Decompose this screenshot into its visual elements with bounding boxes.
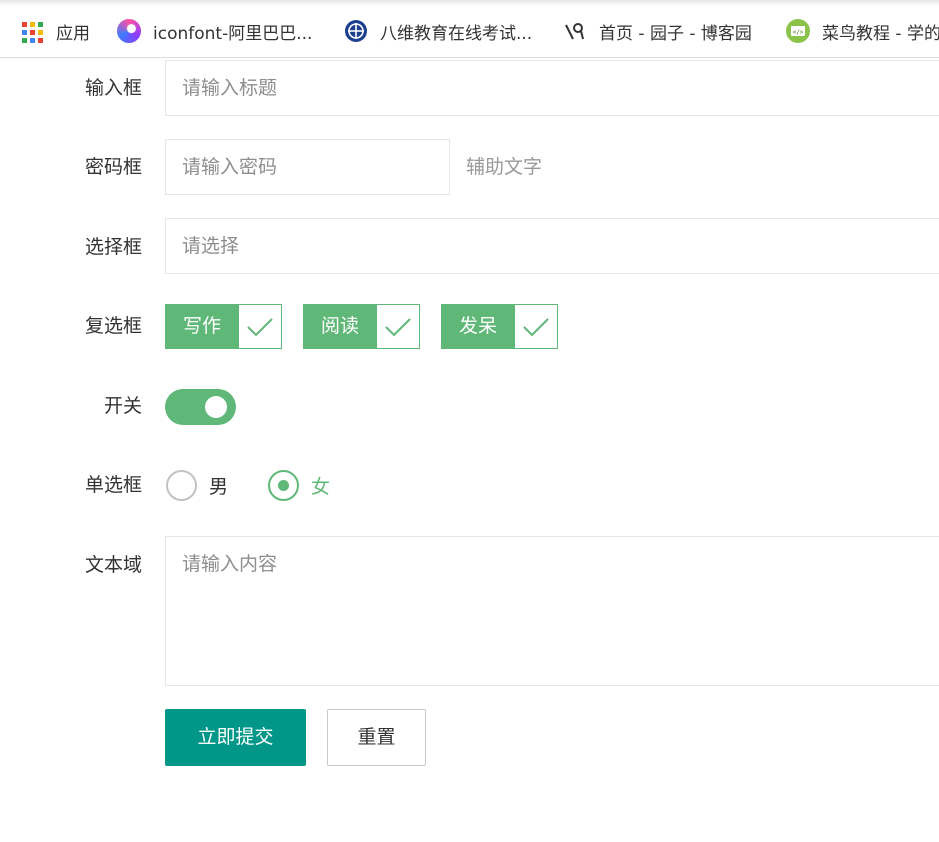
cnblogs-logo-icon xyxy=(563,19,587,43)
checkbox-text: 阅读 xyxy=(304,305,376,348)
reset-button[interactable]: 重置 xyxy=(327,709,426,766)
radio-label: 单选框 xyxy=(84,474,142,496)
checkbox-daydream[interactable]: 发呆 xyxy=(441,304,558,349)
radio-text: 男 xyxy=(209,476,229,498)
bookmark-apps[interactable]: 应用 xyxy=(20,18,90,44)
checkbox-writing[interactable]: 写作 xyxy=(165,304,282,349)
textarea-label: 文本域 xyxy=(84,554,142,576)
switch-label: 开关 xyxy=(103,395,142,417)
select-input[interactable]: 请选择 xyxy=(165,218,939,274)
checkbox-text: 发呆 xyxy=(442,305,514,348)
title-placeholder: 请输入标题 xyxy=(182,77,278,99)
bookmark-label: 首页 - 园子 - 博客园 xyxy=(599,23,752,44)
radio-male[interactable]: 男 xyxy=(166,470,228,501)
check-icon xyxy=(238,305,281,348)
check-icon xyxy=(514,305,557,348)
title-input[interactable]: 请输入标题 xyxy=(165,60,939,116)
select-label: 选择框 xyxy=(84,236,142,258)
apps-grid-icon xyxy=(20,19,44,43)
checkbox-text: 写作 xyxy=(166,305,238,348)
radio-circle-icon xyxy=(166,470,197,501)
password-label: 密码框 xyxy=(84,156,142,178)
bookmark-label: 菜鸟教程 - 学的 xyxy=(822,23,939,44)
select-placeholder: 请选择 xyxy=(182,235,240,257)
bookmark-cnblogs[interactable]: 首页 - 园子 - 博客园 xyxy=(563,18,752,44)
password-aux-text: 辅助文字 xyxy=(466,156,543,178)
checkbox-label: 复选框 xyxy=(84,315,142,337)
bookmark-label: 应用 xyxy=(56,23,90,44)
globe-logo-icon xyxy=(344,19,368,43)
bookmark-bawei[interactable]: 八维教育在线考试... xyxy=(344,18,532,44)
radio-selected-icon xyxy=(268,470,299,501)
content-textarea[interactable]: 请输入内容 xyxy=(165,536,939,686)
radio-female[interactable]: 女 xyxy=(268,470,330,501)
bookmark-runoob[interactable]: </> 菜鸟教程 - 学的 xyxy=(786,18,939,44)
password-placeholder: 请输入密码 xyxy=(182,156,278,178)
bookmark-label: 八维教育在线考试... xyxy=(380,23,533,44)
switch-knob xyxy=(205,396,227,418)
bookmark-label: iconfont-阿里巴巴... xyxy=(153,23,313,44)
radio-text: 女 xyxy=(311,476,331,498)
textarea-placeholder: 请输入内容 xyxy=(182,553,278,575)
runoob-logo-icon: </> xyxy=(786,19,810,43)
svg-text:</>: </> xyxy=(793,29,804,36)
submit-button[interactable]: 立即提交 xyxy=(165,709,306,766)
bookmark-iconfont[interactable]: iconfont-阿里巴巴... xyxy=(117,18,312,44)
toggle-switch[interactable] xyxy=(165,389,236,425)
bookmarks-bar: 应用 iconfont-阿里巴巴... 八维教育在线考试... 首页 - 园子 … xyxy=(0,0,939,58)
check-icon xyxy=(376,305,419,348)
password-input[interactable]: 请输入密码 xyxy=(165,139,450,195)
title-label: 输入框 xyxy=(84,77,142,99)
checkbox-reading[interactable]: 阅读 xyxy=(303,304,420,349)
iconfont-logo-icon xyxy=(117,19,141,43)
